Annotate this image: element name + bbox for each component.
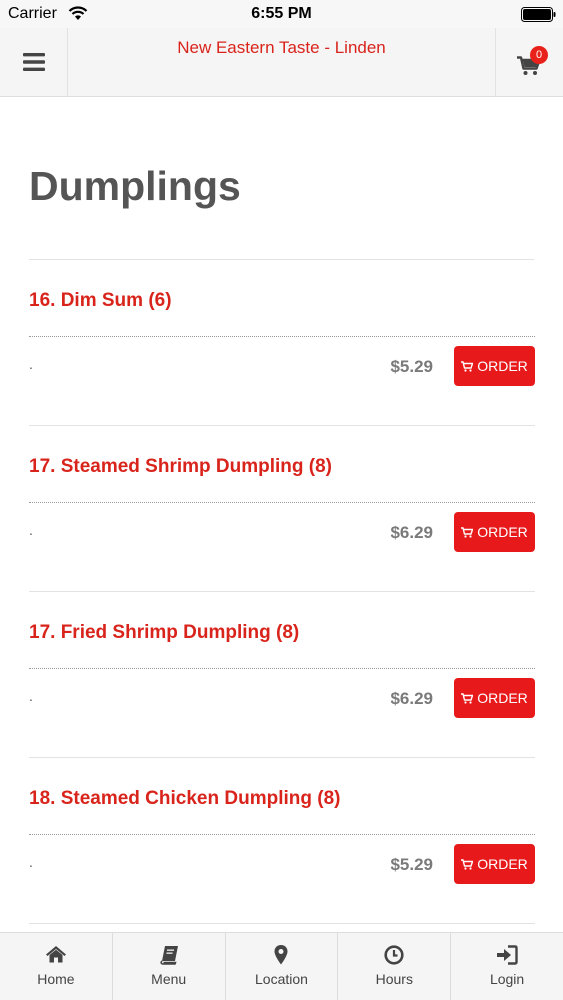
nav-menu[interactable]: Menu [113, 933, 226, 1000]
nav-home[interactable]: Home [0, 933, 113, 1000]
cart-icon [461, 526, 474, 538]
dotted-divider [29, 668, 535, 669]
item-price: $6.29 [390, 689, 433, 708]
category-title: Dumplings [29, 163, 241, 209]
clock-time: 6:55 PM [251, 5, 312, 22]
order-button[interactable]: ORDER [454, 346, 535, 386]
order-button[interactable]: ORDER [454, 512, 535, 552]
status-bar: Carrier 6:55 PM [0, 0, 563, 28]
nav-hours-label: Hours [375, 971, 413, 987]
menu-item: 16. Dim Sum (6) . $5.29 ORDER [29, 260, 535, 426]
cart-icon [461, 858, 474, 870]
nav-login[interactable]: Login [451, 933, 563, 1000]
item-name[interactable]: 16. Dim Sum (6) [29, 290, 172, 312]
nav-location-label: Location [255, 971, 308, 987]
nav-menu-label: Menu [151, 971, 187, 987]
hamburger-icon [22, 53, 45, 71]
item-description: . [29, 688, 33, 704]
item-description: . [29, 522, 33, 538]
home-icon [45, 946, 66, 963]
order-button-label: ORDER [477, 358, 528, 374]
login-icon [497, 945, 518, 965]
clock-icon [384, 945, 404, 965]
order-button-label: ORDER [477, 690, 528, 706]
cart-icon [461, 692, 474, 704]
item-price: $5.29 [390, 357, 433, 376]
item-price: $6.29 [390, 523, 433, 542]
order-button[interactable]: ORDER [454, 678, 535, 718]
book-icon [160, 946, 178, 965]
item-price: $5.29 [390, 855, 433, 874]
order-button-label: ORDER [477, 856, 528, 872]
item-name[interactable]: 17. Fried Shrimp Dumpling (8) [29, 622, 299, 644]
dotted-divider [29, 336, 535, 337]
menu-item: 18. Steamed Chicken Dumpling (8) . $5.29… [29, 758, 535, 924]
menu-item: 17. Steamed Shrimp Dumpling (8) . $6.29 … [29, 426, 535, 592]
hamburger-menu-button[interactable] [0, 28, 68, 96]
nav-location[interactable]: Location [226, 933, 339, 1000]
cart-count-badge: 0 [530, 46, 548, 64]
menu-item: 17. Fried Shrimp Dumpling (8) . $6.29 OR… [29, 592, 535, 758]
dotted-divider [29, 834, 535, 835]
restaurant-title: New Eastern Taste - Linden [177, 38, 386, 57]
battery-icon [521, 7, 557, 22]
map-pin-icon [274, 945, 288, 965]
item-description: . [29, 356, 33, 372]
order-button[interactable]: ORDER [454, 844, 535, 884]
cart-button[interactable]: 0 [495, 28, 563, 96]
bottom-nav: Home Menu Location Hours Login [0, 932, 563, 1000]
menu-content: Dumplings 16. Dim Sum (6) . $5.29 ORDER … [0, 97, 563, 932]
order-button-label: ORDER [477, 524, 528, 540]
nav-login-label: Login [489, 971, 525, 987]
item-description: . [29, 854, 33, 870]
item-name[interactable]: 17. Steamed Shrimp Dumpling (8) [29, 456, 332, 478]
nav-hours[interactable]: Hours [338, 933, 452, 1000]
app-header: New Eastern Taste - Linden 0 [0, 28, 563, 97]
nav-home-label: Home [37, 971, 75, 987]
dotted-divider [29, 502, 535, 503]
item-name[interactable]: 18. Steamed Chicken Dumpling (8) [29, 788, 340, 810]
cart-icon [461, 360, 474, 372]
item-divider [29, 923, 535, 924]
